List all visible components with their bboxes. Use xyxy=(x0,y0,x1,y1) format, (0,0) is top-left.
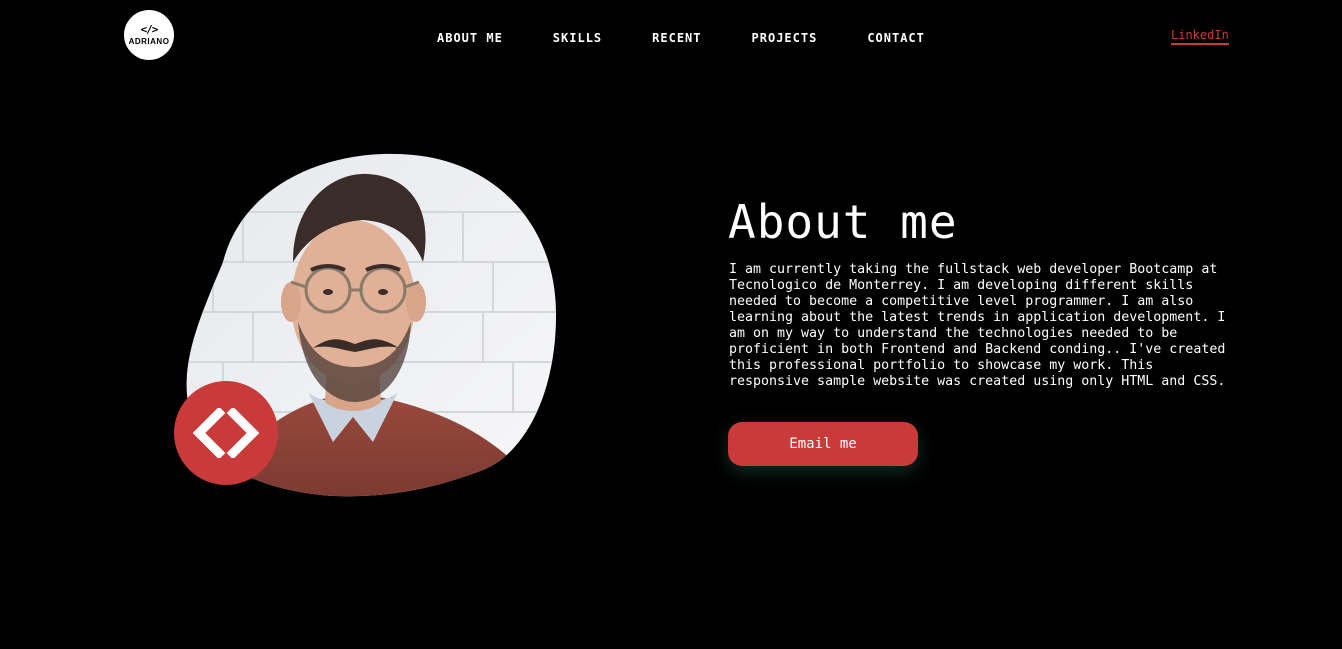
nav-contact[interactable]: CONTACT xyxy=(867,30,925,46)
nav-about-me[interactable]: ABOUT ME xyxy=(437,30,503,46)
linkedin-link[interactable]: LinkedIn xyxy=(1171,28,1229,45)
code-brackets-glyph xyxy=(192,408,260,458)
page: </> ADRIANO ABOUT ME SKILLS RECENT PROJE… xyxy=(0,0,1342,649)
logo-text: ADRIANO xyxy=(128,37,170,46)
main-nav: ABOUT ME SKILLS RECENT PROJECTS CONTACT xyxy=(437,30,975,46)
email-me-button[interactable]: Email me xyxy=(728,422,918,466)
code-brackets-icon xyxy=(174,381,278,485)
nav-skills[interactable]: SKILLS xyxy=(553,30,602,46)
nav-projects[interactable]: PROJECTS xyxy=(752,30,818,46)
site-logo[interactable]: </> ADRIANO xyxy=(124,10,174,60)
code-slash-icon: </> xyxy=(140,23,159,36)
nav-recent[interactable]: RECENT xyxy=(652,30,701,46)
about-description: I am currently taking the fullstack web … xyxy=(729,262,1226,389)
about-title: About me xyxy=(728,195,958,249)
